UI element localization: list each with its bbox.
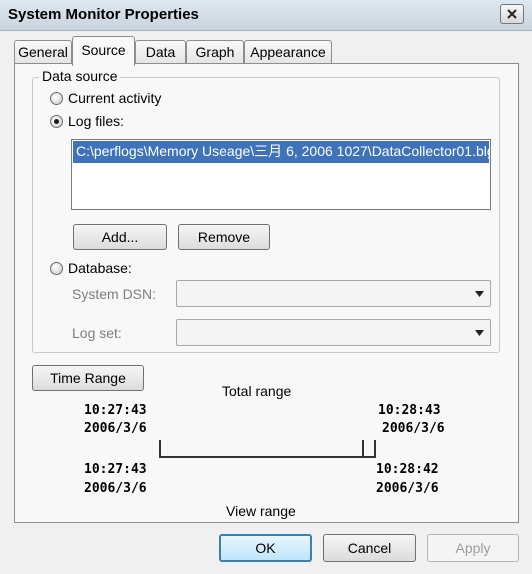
tab-appearance[interactable]: Appearance	[244, 40, 332, 64]
remove-button[interactable]: Remove	[178, 224, 270, 250]
apply-button[interactable]: Apply	[427, 534, 519, 562]
chevron-down-icon	[475, 291, 484, 297]
view-end-date: 2006/3/6	[376, 481, 439, 496]
view-range-start-handle[interactable]	[159, 440, 161, 458]
system-dsn-select[interactable]	[176, 280, 491, 307]
total-end-time: 10:28:43	[378, 403, 441, 418]
view-range-label: View range	[226, 503, 296, 519]
window-title: System Monitor Properties	[8, 6, 199, 23]
total-end-date: 2006/3/6	[382, 421, 445, 436]
total-range-end-marker	[374, 440, 376, 458]
data-source-group-label: Data source	[39, 68, 121, 84]
view-start-date: 2006/3/6	[84, 481, 147, 496]
tab-general[interactable]: General	[14, 40, 72, 64]
title-bar: System Monitor Properties	[0, 0, 532, 31]
close-button[interactable]	[500, 4, 524, 24]
cancel-button[interactable]: Cancel	[323, 534, 416, 562]
total-start-date: 2006/3/6	[84, 421, 147, 436]
view-end-time: 10:28:42	[376, 462, 439, 477]
log-files-list[interactable]: C:\perflogs\Memory Useage\三月 6, 2006 102…	[71, 139, 491, 210]
tab-data[interactable]: Data	[135, 40, 186, 64]
current-activity-radio[interactable]	[50, 92, 63, 105]
log-files-radio[interactable]	[50, 115, 63, 128]
tab-graph[interactable]: Graph	[186, 40, 244, 64]
chevron-down-icon	[475, 330, 484, 336]
total-range-label: Total range	[222, 383, 292, 399]
log-files-label: Log files:	[68, 113, 125, 129]
close-icon	[507, 9, 517, 20]
total-start-time: 10:27:43	[84, 403, 147, 418]
database-radio[interactable]	[50, 262, 63, 275]
time-range-slider-track	[160, 456, 376, 458]
log-set-select[interactable]	[176, 319, 491, 346]
list-item[interactable]: C:\perflogs\Memory Useage\三月 6, 2006 102…	[73, 141, 489, 163]
database-label: Database:	[68, 260, 132, 276]
current-activity-label: Current activity	[68, 90, 162, 106]
view-range-end-handle[interactable]	[362, 440, 364, 458]
tab-source[interactable]: Source	[72, 36, 135, 66]
log-set-label: Log set:	[72, 325, 122, 341]
time-range-button[interactable]: Time Range	[32, 365, 144, 391]
system-dsn-label: System DSN:	[72, 286, 157, 302]
view-start-time: 10:27:43	[84, 462, 147, 477]
ok-button[interactable]: OK	[219, 534, 312, 562]
add-button[interactable]: Add...	[73, 224, 167, 250]
